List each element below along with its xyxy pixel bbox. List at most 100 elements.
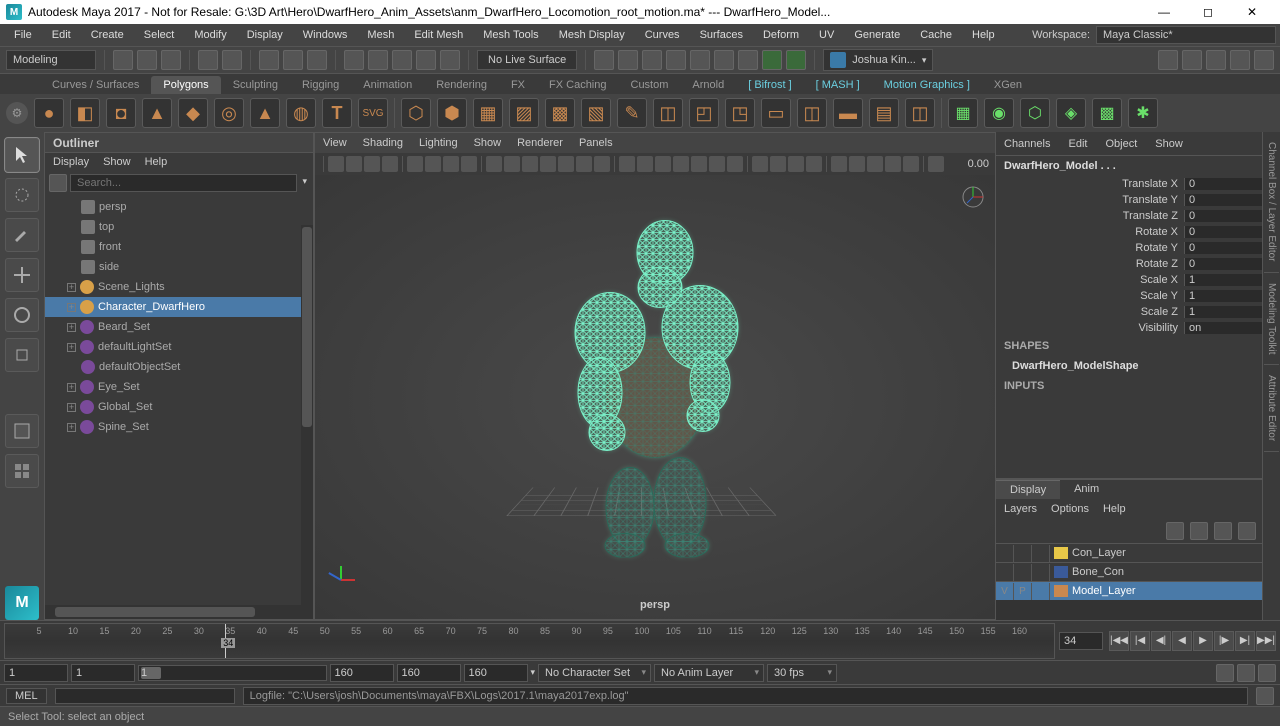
vp-menu-panels[interactable]: Panels [579, 137, 613, 149]
poly-tool-e-icon[interactable]: ▩ [545, 98, 575, 128]
toggle-icon-c[interactable] [642, 50, 662, 70]
poly-tool-a-icon[interactable]: ⬡ [401, 98, 431, 128]
poly-svg-icon[interactable]: SVG [358, 98, 388, 128]
menu-editmesh[interactable]: Edit Mesh [404, 26, 473, 44]
outliner-item[interactable]: top [45, 217, 313, 237]
outliner-scrollbar[interactable] [301, 225, 313, 605]
attr-label[interactable]: Translate X [996, 178, 1184, 190]
tool-green-d-icon[interactable]: ◈ [1056, 98, 1086, 128]
current-frame-field[interactable]: 34 [1059, 632, 1103, 650]
menu-mesh[interactable]: Mesh [357, 26, 404, 44]
script-editor-icon[interactable] [1256, 687, 1274, 705]
layer-tab-display[interactable]: Display [996, 480, 1060, 499]
redo-icon[interactable] [222, 50, 242, 70]
layer-icon-c[interactable] [1214, 522, 1232, 540]
vp-icon[interactable] [364, 156, 380, 172]
panel-toggle-e-icon[interactable] [1254, 50, 1274, 70]
select-tool-icon[interactable] [5, 138, 39, 172]
menu-windows[interactable]: Windows [293, 26, 358, 44]
poly-pyramid-icon[interactable]: ▲ [250, 98, 280, 128]
attr-label[interactable]: Translate Y [996, 194, 1184, 206]
cb-menu-object[interactable]: Object [1105, 138, 1137, 150]
sidetab-modeling[interactable]: Modeling Toolkit [1264, 273, 1279, 366]
poly-tool-i-icon[interactable]: ◰ [689, 98, 719, 128]
fps-dropdown[interactable]: 30 fps [767, 664, 837, 682]
outliner-item[interactable]: +Eye_Set [45, 377, 313, 397]
attr-value[interactable]: 1 [1184, 306, 1262, 318]
display-layer[interactable]: VPModel_Layer [996, 581, 1262, 600]
undo-icon[interactable] [198, 50, 218, 70]
vp-icon[interactable] [619, 156, 635, 172]
step-fwd-key-button[interactable]: ▶| [1235, 631, 1255, 651]
outliner-item[interactable]: persp [45, 197, 313, 217]
vp-icon[interactable] [540, 156, 556, 172]
vp-icon[interactable] [788, 156, 804, 172]
vp-menu-lighting[interactable]: Lighting [419, 137, 458, 149]
vp-icon[interactable] [576, 156, 592, 172]
vp-icon[interactable] [382, 156, 398, 172]
range-end-inner[interactable]: 160 [330, 664, 394, 682]
new-scene-icon[interactable] [113, 50, 133, 70]
render-settings-icon[interactable] [762, 50, 782, 70]
minimize-button[interactable]: — [1142, 0, 1186, 24]
attr-value[interactable]: 1 [1184, 274, 1262, 286]
shelf-tab-motiongraphics[interactable]: Motion Graphics ] [872, 76, 982, 94]
shelf-tab-arnold[interactable]: Arnold [680, 76, 736, 94]
outliner-item[interactable]: front [45, 237, 313, 257]
toggle-icon-a[interactable] [594, 50, 614, 70]
outliner-item[interactable]: +defaultLightSet [45, 337, 313, 357]
layer-icon-d[interactable] [1238, 522, 1256, 540]
poly-tool-o-icon[interactable]: ◫ [905, 98, 935, 128]
close-button[interactable]: ✕ [1230, 0, 1274, 24]
outliner-item[interactable]: +Global_Set [45, 397, 313, 417]
vp-menu-show[interactable]: Show [474, 137, 502, 149]
move-tool-icon[interactable] [5, 258, 39, 292]
layer-menu-help[interactable]: Help [1103, 503, 1126, 515]
vp-icon[interactable] [522, 156, 538, 172]
snap-curve-icon[interactable] [368, 50, 388, 70]
menu-display[interactable]: Display [237, 26, 293, 44]
menu-modify[interactable]: Modify [184, 26, 236, 44]
poly-sphere-icon[interactable]: ● [34, 98, 64, 128]
paint-select-icon[interactable] [5, 218, 39, 252]
poly-tool-n-icon[interactable]: ▤ [869, 98, 899, 128]
vp-icon[interactable] [655, 156, 671, 172]
outliner-item[interactable]: side [45, 257, 313, 277]
vp-icon[interactable] [928, 156, 944, 172]
outliner-item[interactable]: +Beard_Set [45, 317, 313, 337]
vp-icon[interactable] [504, 156, 520, 172]
attr-value[interactable]: 0 [1184, 242, 1262, 254]
attr-label[interactable]: Translate Z [996, 210, 1184, 222]
live-surface-field[interactable]: No Live Surface [477, 50, 577, 70]
outliner-menu-show[interactable]: Show [103, 156, 131, 168]
attr-value[interactable]: on [1184, 322, 1262, 334]
user-account-chip[interactable]: Joshua Kin... ▾ [823, 49, 933, 71]
viewcube-icon[interactable] [959, 183, 987, 211]
attr-value[interactable]: 0 [1184, 178, 1262, 190]
poly-torus-icon[interactable]: ◎ [214, 98, 244, 128]
snap-point-icon[interactable] [392, 50, 412, 70]
layout-four-icon[interactable] [5, 454, 39, 488]
autokey-icon[interactable] [1216, 664, 1234, 682]
sidetab-channelbox[interactable]: Channel Box / Layer Editor [1264, 132, 1279, 273]
poly-tool-h-icon[interactable]: ◫ [653, 98, 683, 128]
outliner-filter-icon[interactable] [49, 174, 67, 192]
shelf-tab-rendering[interactable]: Rendering [424, 76, 499, 94]
attr-value[interactable]: 0 [1184, 210, 1262, 222]
render-view-icon[interactable] [786, 50, 806, 70]
tool-green-c-icon[interactable]: ⬡ [1020, 98, 1050, 128]
vp-icon[interactable] [806, 156, 822, 172]
rotate-tool-icon[interactable] [5, 298, 39, 332]
menu-meshtools[interactable]: Mesh Tools [473, 26, 548, 44]
vp-icon[interactable] [346, 156, 362, 172]
range-end-outer[interactable]: 160 [397, 664, 461, 682]
vp-icon[interactable] [903, 156, 919, 172]
poly-type-icon[interactable]: T [322, 98, 352, 128]
vp-icon[interactable] [849, 156, 865, 172]
attr-label[interactable]: Rotate Y [996, 242, 1184, 254]
poly-tool-g-icon[interactable]: ✎ [617, 98, 647, 128]
goto-start-button[interactable]: |◀◀ [1109, 631, 1129, 651]
vp-menu-shading[interactable]: Shading [363, 137, 403, 149]
outliner-search-input[interactable] [70, 174, 297, 192]
layout-single-icon[interactable] [5, 414, 39, 448]
